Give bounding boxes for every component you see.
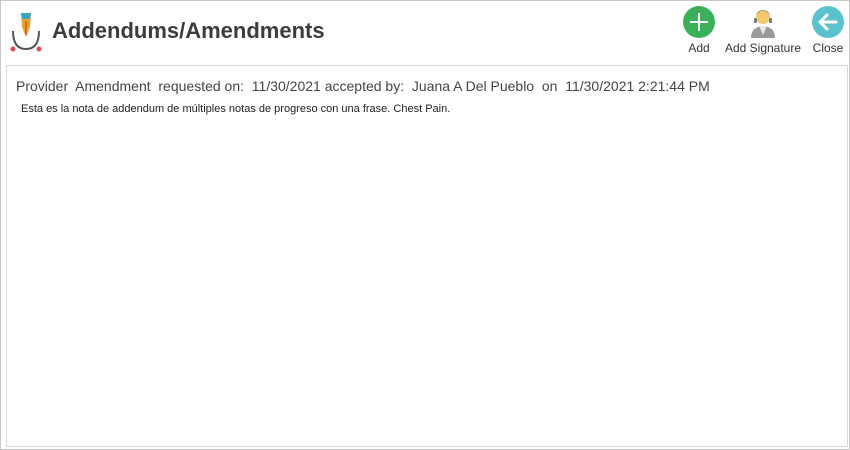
add-button[interactable]: Add bbox=[681, 5, 717, 59]
plus-circle-icon bbox=[683, 6, 715, 38]
addendum-note-text: Esta es la nota de addendum de múltiples… bbox=[21, 103, 451, 115]
add-button-label: Add bbox=[688, 41, 710, 55]
back-arrow-circle-icon bbox=[812, 6, 844, 38]
addendums-window: Addendums/Amendments Add Add Signature C… bbox=[0, 0, 850, 450]
add-signature-button[interactable]: Add Signature bbox=[723, 5, 803, 59]
add-signature-button-label: Add Signature bbox=[724, 41, 802, 55]
close-button[interactable]: Close bbox=[810, 5, 846, 59]
addendum-content-area[interactable]: Provider Amendment requested on: 11/30/2… bbox=[6, 65, 848, 447]
user-signature-icon bbox=[751, 10, 775, 38]
page-title: Addendums/Amendments bbox=[52, 18, 325, 43]
quill-pen-icon bbox=[10, 13, 42, 52]
close-button-label: Close bbox=[812, 41, 844, 55]
addendum-meta: Provider Amendment requested on: 11/30/2… bbox=[16, 78, 710, 94]
window-header: Addendums/Amendments Add Add Signature C… bbox=[1, 1, 849, 61]
